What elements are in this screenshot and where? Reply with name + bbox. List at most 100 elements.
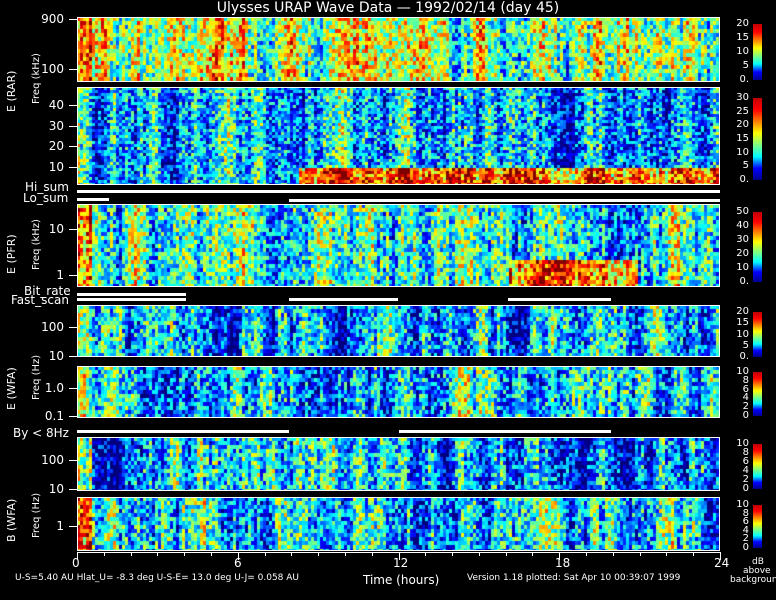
y-tick <box>69 105 77 106</box>
y-tick-label: 10 <box>48 349 64 363</box>
y-tick <box>69 229 77 230</box>
y-tick <box>69 388 77 389</box>
x-tick <box>130 552 132 556</box>
panel-frame <box>77 204 720 287</box>
y-tick-label: 100 <box>41 453 64 467</box>
y-tick <box>69 126 77 127</box>
colorbar-tick-label: 5 <box>742 160 749 172</box>
colorbar-tick-label: 20 <box>736 18 749 29</box>
y-tick-label: 1 <box>56 268 64 282</box>
y-tick-label: 10 <box>48 482 64 496</box>
colorbar <box>753 98 762 180</box>
x-tick <box>291 552 293 556</box>
x-axis-label: Time (hours) <box>363 573 440 587</box>
colorbar-tick-label: 10 <box>736 328 749 340</box>
y-tick-label: 0.1 <box>44 409 64 423</box>
group-label-wfa-e: E (WFA) <box>5 367 18 410</box>
y-tick <box>69 327 77 328</box>
x-tick <box>532 552 534 556</box>
chart-title: Ulysses URAP Wave Data — 1992/02/14 (day… <box>216 0 560 16</box>
colorbar-tick-label: 10 <box>736 262 749 273</box>
colorbar-tick-label: 0. <box>739 276 749 287</box>
y-tick-label: 10 <box>48 222 64 236</box>
version-info: Version 1.18 plotted: Sat Apr 10 00:39:0… <box>467 573 681 583</box>
mode-bar <box>398 430 611 433</box>
colorbar-tick-label: 0. <box>739 174 749 185</box>
x-tick <box>210 552 212 556</box>
colorbar-tick-label: 20 <box>736 119 749 131</box>
y-tick-label: 40 <box>48 98 64 112</box>
orbit-info: U-S=5.40 AU Hlat_U= -8.3 deg U-S-E= 13.0… <box>15 573 300 583</box>
colorbar-tick-label: 40 <box>736 220 749 231</box>
mode-bar <box>507 298 611 301</box>
x-tick <box>103 552 105 556</box>
x-tick <box>693 552 695 556</box>
y-tick <box>69 146 77 147</box>
panel-frame <box>77 437 720 491</box>
colorbar-tick-label: 30 <box>736 92 749 103</box>
x-tick <box>452 552 454 556</box>
colorbar-tick-label: 5 <box>742 339 749 351</box>
colorbar <box>753 24 762 80</box>
colorbar-tick-label: 0. <box>739 74 749 85</box>
colorbar-tick-label: 0 <box>742 483 749 494</box>
mode-bar <box>289 298 399 301</box>
colorbar-tick-label: 0. <box>739 351 749 362</box>
mode-bar <box>77 298 187 301</box>
x-tick-label: 0 <box>72 556 80 570</box>
group-label-rar: E (RAR) <box>5 70 18 112</box>
y-tick-label: 20 <box>48 139 64 153</box>
colorbar-tick-label: 0 <box>742 410 749 421</box>
y-tick-label: 1 <box>56 519 64 533</box>
mode-bar <box>77 430 290 433</box>
y-tick <box>69 489 77 490</box>
x-tick <box>318 552 320 556</box>
x-tick <box>505 552 507 556</box>
x-tick <box>157 552 159 556</box>
panel-frame <box>77 17 720 82</box>
colorbar-tick-label: 15 <box>736 32 749 43</box>
mode-label-by-8hz: By < 8Hz <box>13 426 69 440</box>
mode-bar <box>289 199 720 202</box>
x-tick <box>586 552 588 556</box>
colorbar-tick-label: 10 <box>736 46 749 57</box>
ylabel-rar: Freq (kHz) <box>31 53 42 104</box>
y-tick <box>69 167 77 168</box>
x-tick <box>639 552 641 556</box>
mode-label-lo-sum: Lo_sum <box>23 191 69 205</box>
mode-bar <box>77 293 187 296</box>
colorbar <box>753 505 762 548</box>
panel-frame <box>77 305 720 357</box>
x-tick-label: 24 <box>714 556 730 570</box>
x-tick <box>612 552 614 556</box>
colorbar <box>753 212 762 282</box>
y-tick <box>69 356 77 357</box>
x-tick-label: 12 <box>393 556 409 570</box>
colorbar <box>753 312 762 357</box>
y-tick <box>69 460 77 461</box>
colorbar-tick-label: 30 <box>736 234 749 245</box>
x-tick-label: 18 <box>555 556 571 570</box>
colorbar-tick-label: 20 <box>736 248 749 259</box>
y-tick <box>69 416 77 417</box>
y-tick-label: 1.0 <box>44 381 64 395</box>
x-tick <box>478 552 480 556</box>
y-tick-label: 10 <box>48 160 64 174</box>
colorbar-tick-label: 5 <box>742 60 749 71</box>
mode-bar <box>77 198 110 201</box>
x-tick-label: 6 <box>234 556 242 570</box>
y-tick <box>69 526 77 527</box>
colorbar-tick-label: 25 <box>736 105 749 117</box>
y-tick <box>69 69 77 70</box>
y-tick-label: 900 <box>41 12 64 26</box>
colorbar-tick-label: 0 <box>742 542 749 553</box>
panel-frame <box>77 366 720 418</box>
colorbar <box>753 444 762 489</box>
colorbar-tick-label: 20 <box>736 306 749 317</box>
group-label-pfr: E (PFR) <box>5 234 18 274</box>
x-tick <box>184 552 186 556</box>
y-tick-label: 100 <box>41 320 64 334</box>
x-tick <box>264 552 266 556</box>
y-tick <box>69 19 77 20</box>
panel-frame <box>77 497 720 551</box>
